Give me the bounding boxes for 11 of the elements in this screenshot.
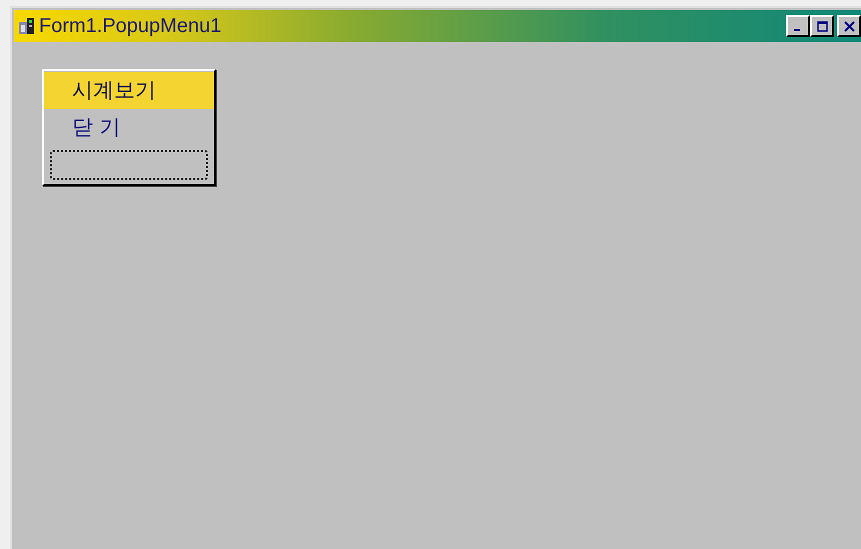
maximize-button[interactable] xyxy=(810,15,834,37)
close-icon xyxy=(842,20,856,32)
empty-menu-item[interactable] xyxy=(50,150,208,180)
app-icon xyxy=(18,17,36,35)
minimize-button[interactable] xyxy=(786,15,810,37)
close-button[interactable] xyxy=(837,15,861,37)
menu-item[interactable]: 닫 기 xyxy=(44,109,214,146)
maximize-icon xyxy=(816,20,828,32)
window-title: Form1.PopupMenu1 xyxy=(39,14,222,38)
minimize-icon xyxy=(794,29,800,31)
menu-item[interactable]: 시계보기 xyxy=(44,72,214,109)
